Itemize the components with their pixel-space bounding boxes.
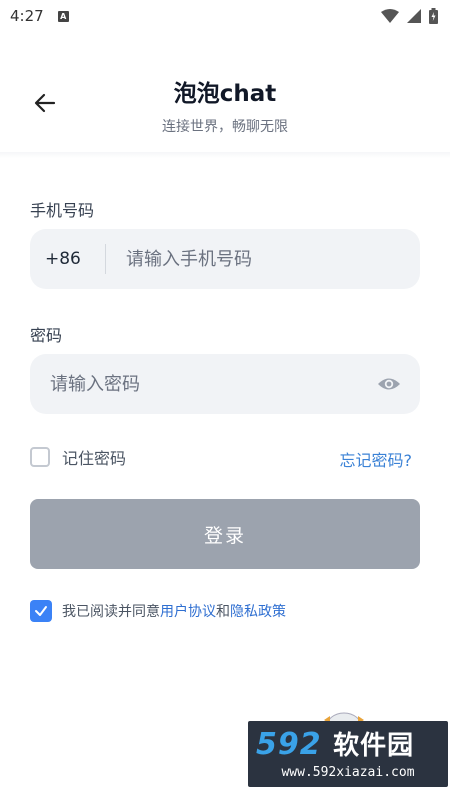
country-code-selector[interactable]: +86 [30,249,105,269]
user-agreement-link[interactable]: 用户协议 [160,604,216,620]
phone-field: +86 [30,229,420,289]
toggle-password-visibility[interactable] [374,369,404,399]
agreement-prefix: 我已阅读并同意 [62,604,160,620]
agreement-and: 和 [216,604,230,620]
check-icon [35,606,47,616]
field-divider [105,244,106,274]
login-button[interactable]: 登录 [30,499,420,569]
watermark-url: www.592xiazai.com [281,765,415,780]
watermark-chinese: 软件园 [333,731,415,761]
phone-label: 手机号码 [30,201,95,220]
signal-icon [407,9,421,23]
watermark-title: 592 软件园 [256,725,414,762]
remember-label: 记住密码 [62,449,127,468]
wifi-icon [381,9,399,23]
agreement-checkbox[interactable] [30,600,52,622]
privacy-policy-link[interactable]: 隐私政策 [230,604,286,620]
agreement-text: 我已阅读并同意用户协议和隐私政策 [62,601,286,621]
header-divider [0,152,450,158]
watermark-number: 592 [256,727,322,762]
page-title: 泡泡chat [173,81,277,107]
watermark-logo: 592 软件园 www.592xiazai.com [248,721,448,787]
phone-input[interactable] [126,229,420,289]
forgot-password-link[interactable]: 忘记密码? [340,447,413,471]
battery-icon [429,8,438,24]
agreement-row: 我已阅读并同意用户协议和隐私政策 [30,600,286,622]
remember-checkbox[interactable] [30,447,50,467]
status-right [381,8,438,24]
password-field [30,354,420,414]
status-bar: 4:27 A [0,0,450,32]
header: 泡泡chat 连接世界，畅聊无限 [0,60,450,152]
notification-icon: A [57,10,69,22]
status-left: 4:27 A [10,7,69,25]
eye-icon [378,378,400,390]
password-input[interactable] [30,354,374,414]
status-time: 4:27 [10,7,44,25]
page-subtitle: 连接世界，畅聊无限 [162,119,288,135]
password-label: 密码 [30,326,63,345]
remember-password[interactable]: 记住密码 [30,445,126,469]
